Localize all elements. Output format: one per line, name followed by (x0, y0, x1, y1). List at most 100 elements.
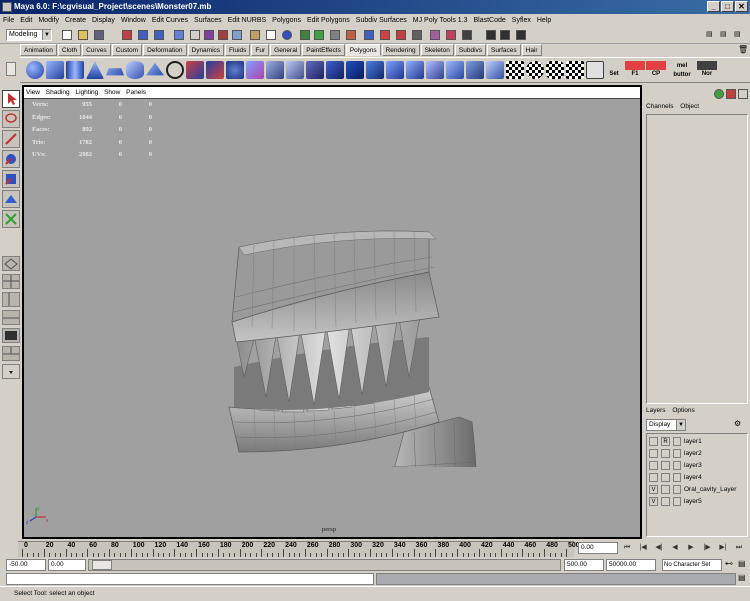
layer-editor-icon[interactable] (726, 89, 736, 99)
shelf-tab-custom[interactable]: Custom (111, 44, 143, 56)
help-mask-icon[interactable] (266, 30, 276, 40)
shelf-tab-subdivs[interactable]: Subdivs (454, 44, 487, 56)
menu-polygons[interactable]: Polygons (269, 14, 304, 27)
menu-edit-curves[interactable]: Edit Curves (149, 14, 191, 27)
extrude-edge-icon[interactable] (306, 61, 324, 79)
layer-color-swatch[interactable] (673, 461, 681, 470)
menu-modify[interactable]: Modify (35, 14, 62, 27)
poly-cone-icon[interactable] (86, 61, 104, 79)
range-slider-handle[interactable] (92, 560, 112, 570)
cp-shelf-button[interactable]: CP (646, 61, 666, 79)
layer-row-layer4[interactable]: layer4 (647, 472, 747, 483)
shelf-tab-painteffects[interactable]: PaintEffects (302, 44, 345, 56)
step-forward-key-icon[interactable]: |▶ (702, 542, 712, 554)
channel-box-contents[interactable] (646, 114, 748, 404)
viewport-menu-show[interactable]: Show (102, 87, 122, 98)
layer-display-type-toggle[interactable]: R (661, 437, 670, 446)
shelf-tab-curves[interactable]: Curves (82, 44, 111, 56)
layer-visibility-toggle[interactable] (649, 449, 658, 458)
render-current-icon[interactable] (446, 30, 456, 40)
create-polygon-icon[interactable] (366, 61, 384, 79)
channels-menu[interactable]: Channels (646, 103, 673, 110)
layer-row-layer1[interactable]: R layer1 (647, 436, 747, 447)
go-to-end-icon[interactable]: ⏭ (734, 542, 744, 554)
bevel-icon[interactable] (406, 61, 424, 79)
extrude-face-icon[interactable] (286, 61, 304, 79)
layer-visibility-toggle[interactable] (649, 473, 658, 482)
combine-icon[interactable] (186, 61, 204, 79)
layer-color-swatch[interactable] (673, 437, 681, 446)
menu-edit-polygons[interactable]: Edit Polygons (304, 14, 353, 27)
set-shelf-button[interactable]: Set (604, 61, 624, 79)
layout-options-icon[interactable] (2, 364, 20, 379)
channel-box-toggle-icon[interactable]: ▤ (706, 30, 716, 40)
poly-cylinder-icon[interactable] (66, 61, 84, 79)
render-mask-icon[interactable] (282, 30, 292, 40)
joint-mask-icon[interactable] (204, 30, 214, 40)
select-tool-icon[interactable] (2, 90, 20, 108)
snap-point-icon[interactable] (330, 30, 340, 40)
poly-pipe-icon[interactable] (166, 61, 184, 79)
ipr-icon[interactable] (412, 30, 422, 40)
lasso-tool-icon[interactable] (2, 110, 20, 128)
shelf-tab-fluids[interactable]: Fluids (225, 44, 251, 56)
surface-mask-icon[interactable] (232, 30, 242, 40)
render-globals-icon[interactable] (486, 30, 496, 40)
shelf-tab-skeleton[interactable]: Skeleton (420, 44, 454, 56)
mirror-icon[interactable] (266, 61, 284, 79)
automatic-mapping-icon[interactable] (566, 61, 584, 79)
shelf-tab-polygons[interactable]: Polygons (345, 44, 381, 56)
channel-box-icon[interactable] (714, 89, 724, 99)
menu-subdiv-surfaces[interactable]: Subdiv Surfaces (353, 14, 410, 27)
perspective-viewport[interactable]: View Shading Lighting Show Panels Verts:… (22, 85, 642, 539)
select-object-icon[interactable] (138, 30, 148, 40)
poly-cube-icon[interactable] (46, 61, 64, 79)
play-backwards-icon[interactable]: ◀ (670, 542, 680, 554)
merge-vertices-icon[interactable] (386, 61, 404, 79)
layer-row-layer5[interactable]: V layer5 (647, 496, 747, 507)
tool-settings-toggle-icon[interactable]: ▤ (734, 30, 744, 40)
persp-outliner-layout-icon[interactable] (2, 292, 20, 307)
save-scene-icon[interactable] (94, 30, 104, 40)
shelf-tab-fur[interactable]: Fur (251, 44, 270, 56)
mask-icon[interactable] (174, 30, 184, 40)
menu-create[interactable]: Create (62, 14, 89, 27)
step-back-frame-icon[interactable]: |◀ (638, 542, 648, 554)
layer-visibility-toggle[interactable]: V (649, 485, 658, 494)
snap-view-icon[interactable] (346, 30, 356, 40)
object-menu[interactable]: Object (680, 103, 699, 110)
auto-key-icon[interactable]: ▤ (738, 559, 746, 568)
append-polygon-icon[interactable] (346, 61, 364, 79)
four-view-layout-icon[interactable] (2, 274, 20, 289)
step-forward-frame-icon[interactable]: ▶| (718, 542, 728, 554)
persp-hypershade-layout-icon[interactable] (2, 346, 20, 361)
poly-sphere-icon[interactable] (26, 61, 44, 79)
play-forwards-icon[interactable]: ▶ (686, 542, 696, 554)
layer-visibility-toggle[interactable] (649, 461, 658, 470)
layer-color-swatch[interactable] (673, 473, 681, 482)
menu-syflex[interactable]: Syflex (509, 14, 534, 27)
layer-display-type-toggle[interactable] (661, 497, 670, 506)
clapper-icon[interactable] (500, 30, 510, 40)
deform-mask-icon[interactable] (250, 30, 260, 40)
attribute-editor-toggle-icon[interactable]: ▤ (720, 30, 730, 40)
go-to-start-icon[interactable]: ⏮ (622, 542, 632, 554)
layer-color-swatch[interactable] (673, 497, 681, 506)
current-frame-field[interactable]: 0.00 (578, 542, 618, 554)
collapse-icon[interactable] (426, 61, 444, 79)
f1-shelf-button[interactable]: F1 (625, 61, 645, 79)
character-set-field[interactable]: No Character Set (662, 559, 722, 571)
nor-shelf-button[interactable]: Nor (697, 61, 717, 79)
poly-prism-icon[interactable] (146, 62, 164, 76)
playback-end-field[interactable]: 500.00 (564, 559, 604, 571)
layer-visibility-toggle[interactable] (649, 437, 658, 446)
poly-plane-icon[interactable] (106, 68, 124, 76)
paint-select-tool-icon[interactable] (2, 130, 20, 148)
mel-button-shelf-button[interactable]: mel buttor (670, 61, 694, 79)
shelf-options-button[interactable] (6, 62, 16, 76)
menu-edit-nurbs[interactable]: Edit NURBS (225, 14, 270, 27)
history-icon[interactable] (380, 30, 390, 40)
menu-display[interactable]: Display (89, 14, 118, 27)
curve-mask-icon[interactable] (218, 30, 228, 40)
minimize-button[interactable]: _ (707, 1, 720, 12)
